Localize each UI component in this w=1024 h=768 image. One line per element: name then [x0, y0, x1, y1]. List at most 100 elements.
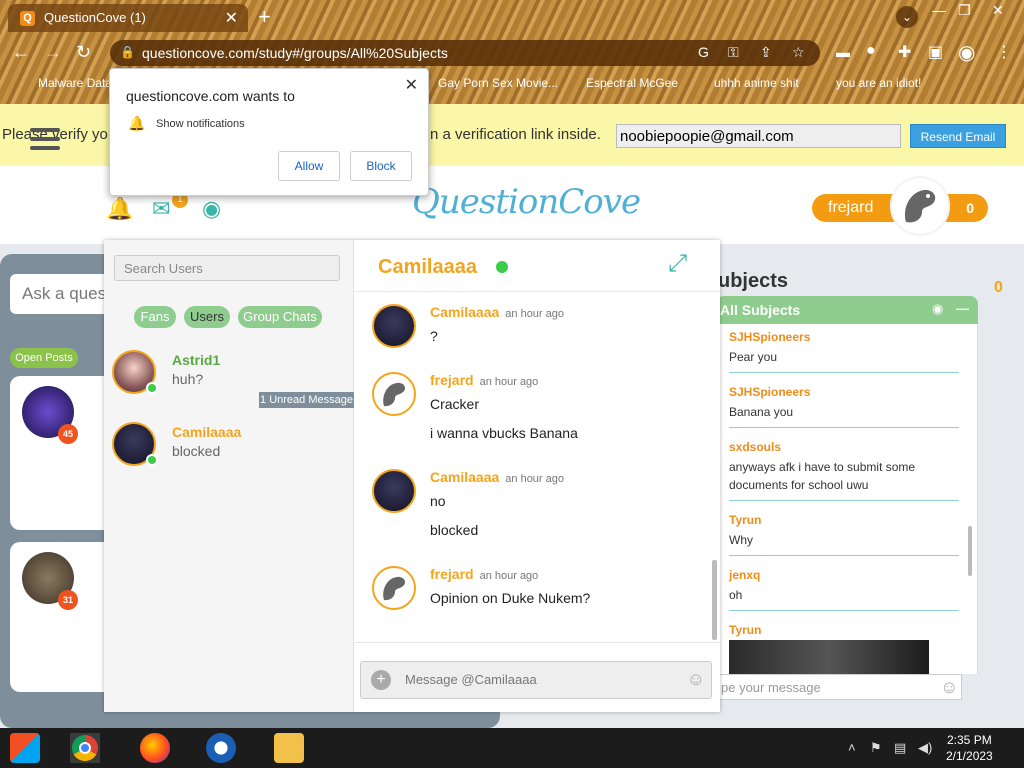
feed-message: oh: [729, 588, 743, 602]
block-button[interactable]: Block: [350, 151, 412, 181]
search-users-input[interactable]: Search Users: [114, 255, 340, 281]
filter-fans[interactable]: Fans: [134, 306, 176, 328]
hamburger-menu-icon[interactable]: [30, 128, 60, 150]
volume-icon[interactable]: ◀): [918, 740, 932, 756]
message-user: Camilaaaa: [430, 469, 500, 485]
message-text: Opinion on Duke Nukem?: [430, 590, 591, 606]
bookmark-item[interactable]: you are an idiot!: [836, 76, 921, 90]
subjects-count: 0: [994, 279, 1003, 296]
chat-scrollbar[interactable]: [712, 560, 717, 640]
tray-arrow-icon[interactable]: ˄: [848, 740, 856, 755]
message-time: an hour ago: [505, 308, 564, 320]
emoji-icon[interactable]: ☺: [940, 677, 958, 698]
message-text: Cracker: [430, 396, 480, 412]
feed-user[interactable]: SJHSpioneers: [729, 330, 959, 344]
filter-group-chats[interactable]: Group Chats: [238, 306, 322, 328]
chrome-taskbar-item[interactable]: [70, 733, 100, 763]
minimize-icon[interactable]: —: [956, 301, 969, 316]
feed-user[interactable]: sxdsouls: [729, 440, 959, 454]
permission-text: Show notifications: [156, 118, 245, 130]
sidebar-icon[interactable]: ▣: [928, 42, 943, 62]
feed-message: Why: [729, 533, 753, 547]
site-favicon-icon: Q: [20, 11, 35, 26]
conversation-last-message: blocked: [172, 443, 221, 459]
feed-user[interactable]: jenxq: [729, 568, 959, 582]
start-icon[interactable]: [10, 733, 40, 763]
conversation-item[interactable]: Camilaaaa blocked: [104, 422, 354, 486]
file-explorer-icon[interactable]: [274, 733, 304, 763]
network-icon[interactable]: ▤: [894, 740, 906, 756]
close-window-icon[interactable]: ✕: [992, 2, 1004, 19]
permission-title: questioncove.com wants to: [126, 88, 295, 104]
bookmark-star-icon[interactable]: ☆: [792, 44, 805, 61]
add-attachment-icon[interactable]: +: [371, 670, 391, 690]
back-icon[interactable]: ←: [12, 42, 30, 63]
profile-icon[interactable]: ◉: [202, 196, 221, 222]
open-posts-tab[interactable]: Open Posts: [10, 348, 78, 368]
post-badge: 31: [58, 590, 78, 610]
extensions-puzzle-icon[interactable]: ✚: [898, 42, 911, 62]
feed-user[interactable]: SJHSpioneers: [729, 385, 959, 399]
emoji-icon[interactable]: ☺: [687, 669, 705, 690]
bookmark-item[interactable]: Gay Porn Sex Movie...: [438, 76, 558, 90]
restore-icon[interactable]: ❐: [958, 2, 971, 19]
mail-icon[interactable]: ✉: [152, 196, 170, 222]
reload-icon[interactable]: ↻: [76, 42, 91, 63]
list-item: jenxq oh: [729, 568, 959, 611]
bell-icon[interactable]: 🔔: [106, 196, 133, 222]
allow-button[interactable]: Allow: [278, 151, 340, 181]
google-icon[interactable]: G: [698, 44, 709, 60]
extension-avatar-icon[interactable]: ●: [866, 42, 876, 60]
flag-icon[interactable]: ⚑: [870, 740, 882, 756]
list-item: SJHSpioneers Pear you: [729, 330, 959, 373]
new-tab-icon[interactable]: +: [258, 4, 271, 30]
message-time: an hour ago: [479, 570, 539, 582]
tab-search-icon[interactable]: ⌄: [896, 6, 918, 28]
menu-dots-icon[interactable]: ⋮: [996, 42, 1012, 62]
expand-icon[interactable]: ⤢: [668, 250, 687, 278]
bookmark-item[interactable]: Espectral McGee: [586, 76, 678, 90]
message-text: ?: [430, 328, 438, 344]
chat-partner-name: Camilaaaa: [378, 256, 477, 278]
online-indicator: [496, 261, 508, 273]
lock-icon: 🔒: [120, 45, 135, 59]
message-text: i wanna vbucks Banana: [430, 425, 578, 441]
message-input[interactable]: + Message @Camilaaaa ☺: [360, 661, 712, 699]
bookmark-item[interactable]: Malware Data: [38, 76, 112, 90]
message-placeholder: Message @Camilaaaa: [405, 672, 537, 687]
close-icon[interactable]: ✕: [405, 75, 418, 95]
feed-scrollbar[interactable]: [968, 526, 972, 576]
group-message-input[interactable]: pe your message: [716, 674, 962, 700]
clock-date: 2/1/2023: [946, 749, 993, 763]
extension-flag-icon[interactable]: ▬: [836, 44, 850, 60]
profile-icon[interactable]: ◉: [958, 40, 975, 65]
firefox-icon[interactable]: [140, 733, 170, 763]
all-subjects-header: All Subjects ◉ —: [716, 296, 978, 324]
all-subjects-label: All Subjects: [720, 302, 801, 318]
feed-message: anyways afk i have to submit some docume…: [729, 460, 916, 492]
avatar: [372, 469, 416, 513]
message-author: frejard an hour ago: [430, 566, 538, 582]
app-icon[interactable]: [206, 733, 236, 763]
share-icon[interactable]: ⇪: [760, 44, 772, 61]
bookmark-item[interactable]: uhhh anime shit: [714, 76, 799, 90]
unread-badge: 1 Unread Message: [259, 392, 354, 408]
hide-icon[interactable]: ◉: [932, 301, 943, 317]
feed-user[interactable]: Tyrun: [729, 623, 959, 637]
feed-user[interactable]: Tyrun: [729, 513, 959, 527]
close-tab-icon[interactable]: ✕: [225, 8, 238, 28]
browser-tab[interactable]: Q QuestionCove (1) ✕: [8, 4, 248, 32]
key-icon[interactable]: ⚿: [728, 44, 739, 61]
address-bar[interactable]: 🔒 questioncove.com/study#/groups/All%20S…: [110, 40, 820, 66]
email-field[interactable]: [616, 124, 901, 148]
minimize-icon[interactable]: —: [932, 2, 946, 18]
message-author: frejard an hour ago: [430, 372, 538, 388]
avatar[interactable]: [890, 176, 950, 236]
system-clock[interactable]: 2:35 PM 2/1/2023: [946, 732, 993, 764]
resend-email-button[interactable]: Resend Email: [910, 124, 1006, 148]
forward-icon[interactable]: →: [44, 42, 62, 63]
feed-image: [729, 640, 929, 674]
site-logo[interactable]: QuestionCove: [412, 182, 641, 222]
filter-users[interactable]: Users: [184, 306, 230, 328]
clock-time: 2:35 PM: [947, 733, 992, 747]
